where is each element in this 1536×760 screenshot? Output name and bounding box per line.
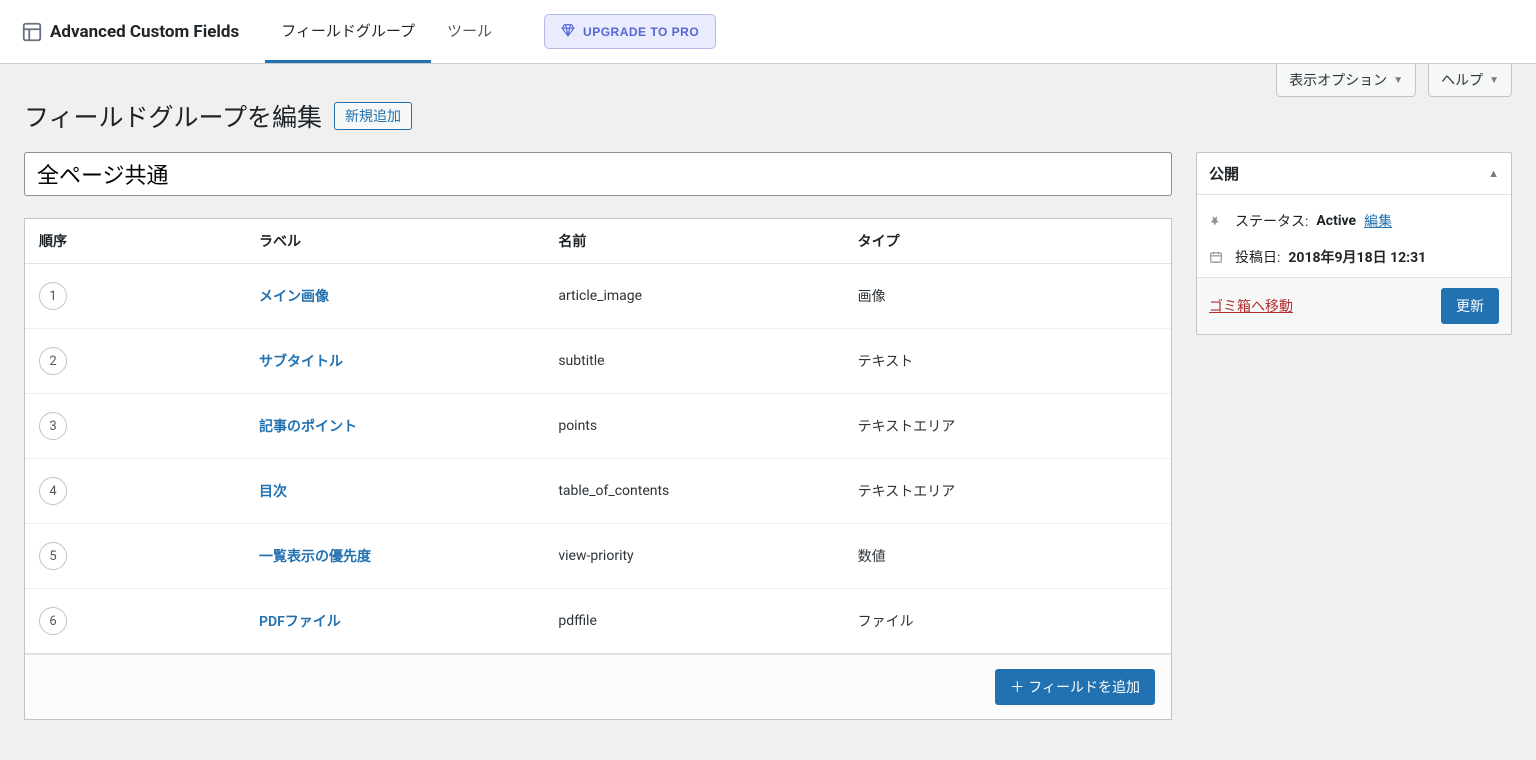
order-handle[interactable]: 4 (39, 477, 67, 505)
diamond-icon (561, 23, 575, 40)
field-label-link[interactable]: PDFファイル (259, 614, 341, 630)
pin-icon (1209, 214, 1227, 228)
field-label-link[interactable]: メイン画像 (259, 289, 329, 305)
app-topbar: Advanced Custom Fields フィールドグループ ツール UPG… (0, 0, 1536, 64)
upgrade-label: UPGRADE TO PRO (583, 25, 699, 39)
field-row[interactable]: 5 一覧表示の優先度 view-priority数値 (25, 524, 1171, 589)
field-label-link[interactable]: 一覧表示の優先度 (259, 549, 371, 565)
field-row[interactable]: 1 メイン画像 article_image画像 (25, 264, 1171, 329)
field-type: ファイル (858, 611, 1157, 631)
field-row[interactable]: 3 記事のポイント pointsテキストエリア (25, 394, 1171, 459)
order-handle[interactable]: 1 (39, 282, 67, 310)
col-label: ラベル (259, 231, 558, 251)
col-type: タイプ (858, 231, 1157, 251)
col-order: 順序 (39, 231, 259, 251)
field-label-link[interactable]: 目次 (259, 484, 287, 500)
upgrade-to-pro-button[interactable]: UPGRADE TO PRO (544, 14, 716, 49)
page-title: フィールドグループを編集 (24, 98, 322, 134)
calendar-icon (1209, 250, 1227, 264)
order-handle[interactable]: 2 (39, 347, 67, 375)
field-type: テキストエリア (858, 481, 1157, 501)
nav-tools[interactable]: ツール (431, 0, 508, 63)
field-row[interactable]: 6 PDFファイル pdffileファイル (25, 589, 1171, 654)
help-toggle[interactable]: ヘルプ ▼ (1428, 64, 1512, 97)
screen-options-bar: 表示オプション ▼ ヘルプ ▼ (1276, 64, 1512, 97)
field-label-link[interactable]: サブタイトル (259, 354, 343, 370)
field-name: article_image (558, 288, 857, 304)
display-options-toggle[interactable]: 表示オプション ▼ (1276, 64, 1416, 97)
date-label: 投稿日: (1235, 247, 1280, 267)
field-row[interactable]: 4 目次 table_of_contentsテキストエリア (25, 459, 1171, 524)
fields-table: 順序 ラベル 名前 タイプ 1 メイン画像 article_image画像 2 サブタイ… (24, 218, 1172, 720)
publish-box: 公開 ▲ ステータス: Active 編集 (1196, 152, 1512, 335)
add-field-button[interactable]: ＋ フィールドを追加 (995, 669, 1155, 705)
publish-heading: 公開 (1209, 163, 1239, 184)
field-name: table_of_contents (558, 483, 857, 499)
top-nav: フィールドグループ ツール (265, 0, 508, 63)
move-to-trash-link[interactable]: ゴミ箱へ移動 (1209, 296, 1293, 316)
edit-status-link[interactable]: 編集 (1364, 211, 1392, 231)
group-title-input[interactable] (24, 152, 1172, 196)
field-type: 画像 (858, 286, 1157, 306)
date-value: 2018年9月18日 12:31 (1288, 247, 1426, 267)
field-name: subtitle (558, 353, 857, 369)
order-handle[interactable]: 3 (39, 412, 67, 440)
acf-logo-icon (20, 20, 44, 44)
field-name: points (558, 418, 857, 434)
status-label: ステータス: (1235, 211, 1308, 231)
chevron-down-icon: ▼ (1489, 75, 1499, 86)
add-new-group-button[interactable]: 新規追加 (334, 102, 412, 130)
field-name: view-priority (558, 548, 857, 564)
update-button[interactable]: 更新 (1441, 288, 1499, 324)
col-name: 名前 (558, 231, 857, 251)
field-label-link[interactable]: 記事のポイント (259, 419, 357, 435)
chevron-down-icon: ▼ (1393, 75, 1403, 86)
collapse-toggle-icon[interactable]: ▲ (1488, 167, 1499, 180)
field-type: テキストエリア (858, 416, 1157, 436)
field-type: テキスト (858, 351, 1157, 371)
field-name: pdffile (558, 613, 857, 629)
brand-label: Advanced Custom Fields (50, 22, 239, 42)
field-type: 数値 (858, 546, 1157, 566)
order-handle[interactable]: 5 (39, 542, 67, 570)
order-handle[interactable]: 6 (39, 607, 67, 635)
field-row[interactable]: 2 サブタイトル subtitleテキスト (25, 329, 1171, 394)
nav-field-groups[interactable]: フィールドグループ (265, 0, 431, 63)
status-value: Active (1316, 213, 1356, 229)
fields-table-header: 順序 ラベル 名前 タイプ (25, 219, 1171, 264)
